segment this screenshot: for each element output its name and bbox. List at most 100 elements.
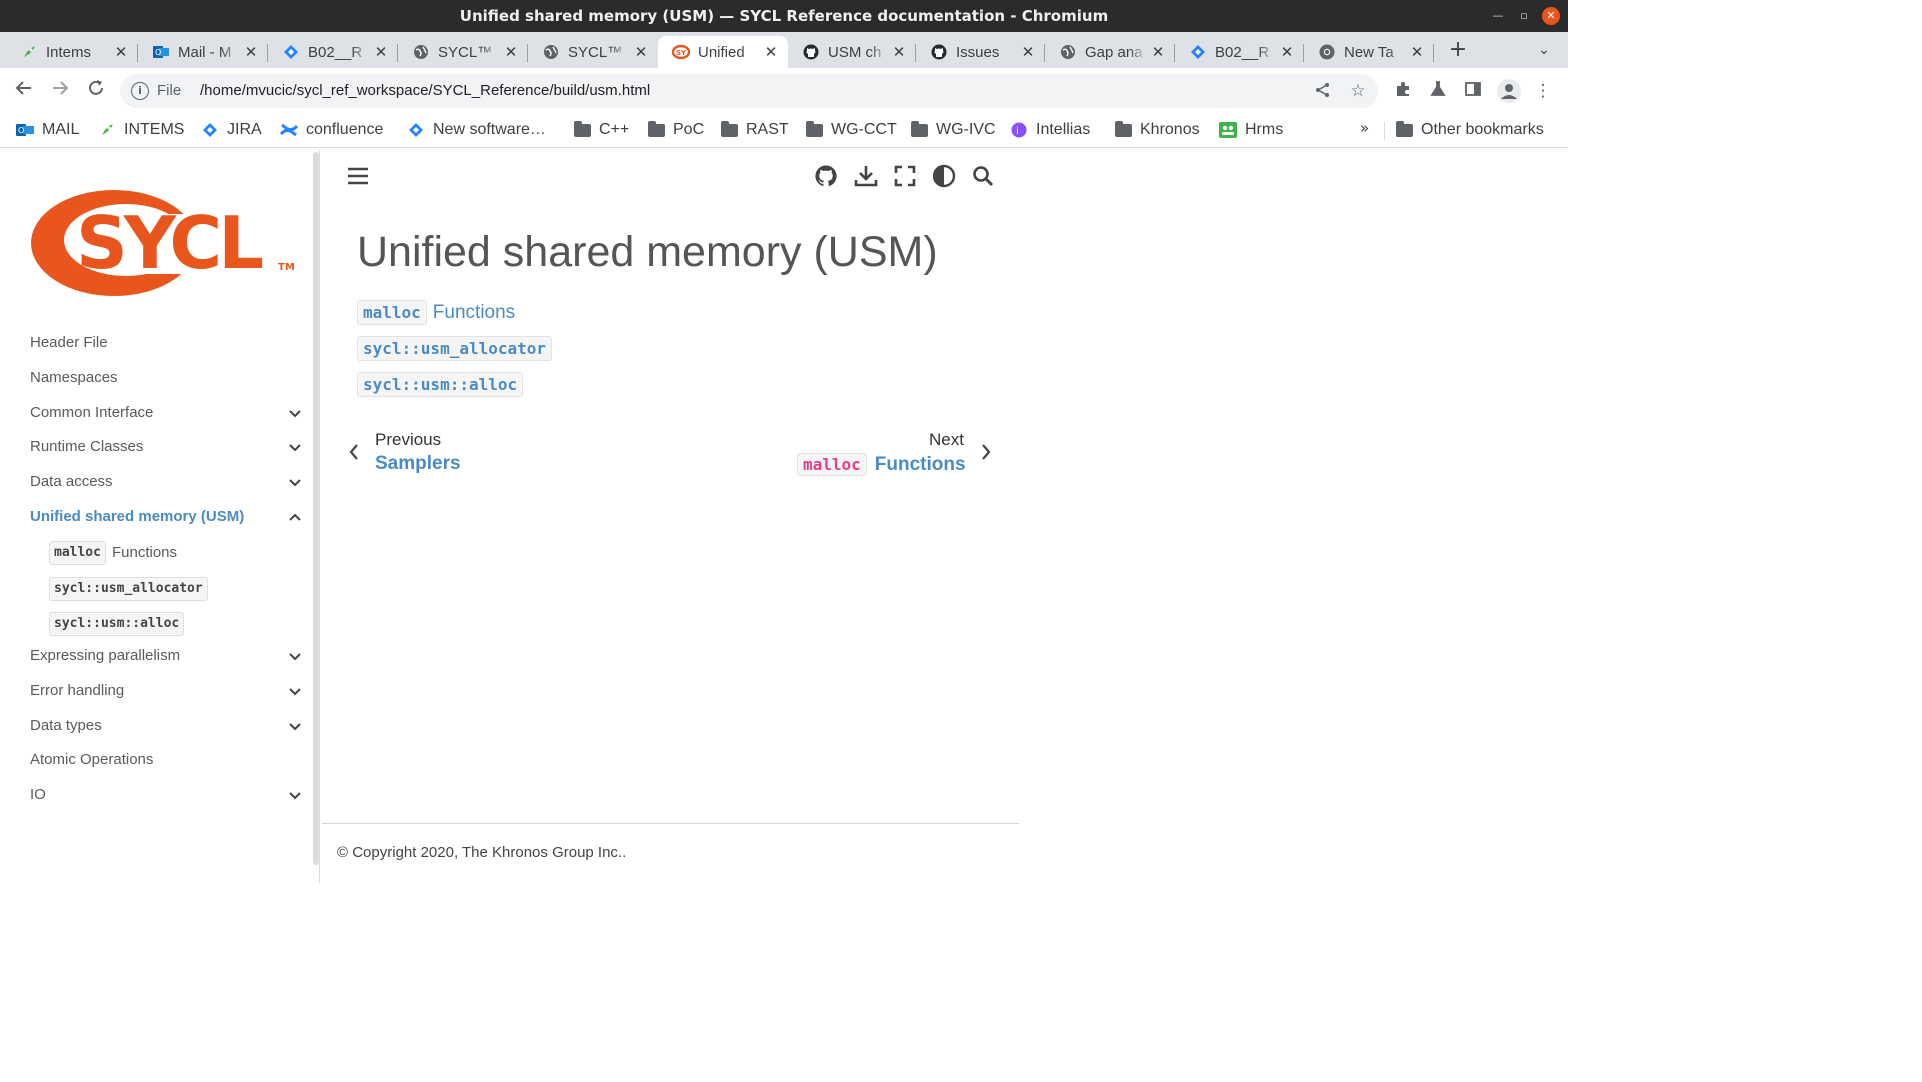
sidebar-item-io[interactable]: IO: [30, 785, 46, 805]
bookmark-folder-khronos[interactable]: Khronos: [1114, 114, 1200, 146]
sidebar-item-runtime-classes[interactable]: Runtime Classes: [30, 437, 143, 457]
prev-page-link[interactable]: Samplers: [375, 453, 461, 475]
globe-icon: [1059, 43, 1077, 61]
sidebar-item-header-file[interactable]: Header File: [30, 333, 108, 353]
bookmark-confluence[interactable]: confluence: [280, 114, 383, 146]
flask-icon[interactable]: [1427, 80, 1449, 102]
other-bookmarks[interactable]: Other bookmarks: [1395, 114, 1544, 146]
next-page-link[interactable]: malloc Functions: [797, 453, 966, 476]
tab-unified-active[interactable]: SY Unified ✕: [658, 36, 788, 68]
bookmark-intems[interactable]: INTEMS: [98, 114, 184, 146]
extensions-puzzle-icon[interactable]: [1392, 80, 1414, 102]
close-icon[interactable]: ✕: [110, 43, 132, 61]
side-panel-icon[interactable]: [1462, 80, 1484, 102]
tab-gap-analysis[interactable]: Gap ana ✕: [1045, 36, 1175, 68]
search-icon[interactable]: [971, 164, 995, 188]
svg-text:i: i: [1016, 126, 1019, 137]
hamburger-menu-icon[interactable]: [346, 164, 370, 188]
close-icon[interactable]: ✕: [500, 43, 522, 61]
close-icon[interactable]: ✕: [370, 43, 392, 61]
maximize-icon[interactable]: ▫: [1515, 7, 1533, 25]
bookmark-mail[interactable]: O MAIL: [16, 114, 79, 146]
sidebar-scrollbar[interactable]: [313, 152, 319, 865]
close-icon[interactable]: ✕: [760, 43, 782, 61]
address-bar[interactable]: i File /home/mvucic/sycl_ref_workspace/S…: [120, 74, 1378, 108]
chevron-down-icon[interactable]: [286, 682, 304, 700]
sidebar-subitem-usm-alloc[interactable]: sycl::usm::alloc: [49, 612, 185, 636]
sidebar-item-data-access[interactable]: Data access: [30, 472, 113, 492]
chevron-left-icon[interactable]: [347, 442, 361, 462]
share-icon[interactable]: [1313, 81, 1333, 101]
tab-sycl-1[interactable]: SYCL™ ✕: [398, 36, 528, 68]
download-icon[interactable]: [854, 164, 878, 188]
menu-kebab-icon[interactable]: ⋮: [1532, 80, 1554, 102]
tab-intems[interactable]: Intems ✕: [6, 36, 138, 68]
sidebar-subitem-usm-allocator[interactable]: sycl::usm_allocator: [49, 577, 208, 601]
bookmark-jira[interactable]: JIRA: [201, 114, 262, 146]
sidebar-item-error-handling[interactable]: Error handling: [30, 681, 124, 701]
chevron-down-icon[interactable]: [286, 647, 304, 665]
chevron-up-icon[interactable]: [286, 508, 304, 526]
close-icon[interactable]: ✕: [1276, 43, 1298, 61]
chevron-down-icon[interactable]: [286, 404, 304, 422]
bookmark-new-software[interactable]: New software…: [407, 114, 546, 146]
close-icon[interactable]: ✕: [240, 43, 262, 61]
tab-b02-1[interactable]: B02__R ✕: [268, 36, 398, 68]
bookmark-hrms[interactable]: Hrms: [1219, 114, 1283, 146]
tab-b02-2[interactable]: B02__R ✕: [1175, 36, 1304, 68]
star-bookmark-icon[interactable]: ☆: [1348, 81, 1368, 101]
back-arrow-icon[interactable]: [11, 78, 37, 104]
bookmarks-overflow-icon[interactable]: »: [1360, 119, 1369, 137]
forward-arrow-icon[interactable]: [47, 78, 73, 104]
fullscreen-icon[interactable]: [893, 164, 917, 188]
bookmark-folder-wg-cct[interactable]: WG-CCT: [805, 114, 897, 146]
bookmark-folder-cpp[interactable]: C++: [573, 114, 629, 146]
tab-sycl-2[interactable]: SYCL™ ✕: [528, 36, 658, 68]
svg-text:O: O: [18, 126, 24, 135]
chevron-down-icon[interactable]: [286, 717, 304, 735]
bookmark-folder-poc[interactable]: PoC: [647, 114, 704, 146]
bookmarks-bar: O MAIL INTEMS JIRA confluence New softwa…: [0, 114, 1568, 148]
new-tab-plus-icon[interactable]: +: [1446, 36, 1470, 64]
github-icon[interactable]: [814, 164, 838, 188]
chevron-down-icon[interactable]: [286, 473, 304, 491]
sidebar-item-atomic-operations[interactable]: Atomic Operations: [30, 750, 153, 770]
docs-main: Unified shared memory (USM) malloc Funct…: [322, 150, 1568, 883]
close-icon[interactable]: ✕: [888, 43, 910, 61]
close-icon[interactable]: ✕: [1017, 43, 1039, 61]
github-icon: [802, 43, 820, 61]
minimize-icon[interactable]: —: [1489, 7, 1507, 25]
sycl-logo[interactable]: SYCL TM: [28, 184, 298, 304]
chevron-down-icon[interactable]: [286, 786, 304, 804]
sidebar-item-expressing-parallelism[interactable]: Expressing parallelism: [30, 646, 180, 666]
folder-icon: [1114, 120, 1132, 138]
sidebar-item-data-types[interactable]: Data types: [30, 716, 102, 736]
bookmark-intellias[interactable]: i Intellias: [1010, 114, 1090, 146]
bookmark-folder-wg-ivc[interactable]: WG-IVC: [910, 114, 996, 146]
close-icon[interactable]: ✕: [1147, 43, 1169, 61]
tab-new-tab[interactable]: New Ta ✕: [1304, 36, 1434, 68]
toc-link-usm-alloc[interactable]: sycl::usm::alloc: [357, 372, 524, 397]
close-icon[interactable]: ✕: [630, 43, 652, 61]
theme-toggle-icon[interactable]: [932, 164, 956, 188]
url-text[interactable]: /home/mvucic/sycl_ref_workspace/SYCL_Ref…: [200, 74, 650, 108]
sidebar-item-usm[interactable]: Unified shared memory (USM): [30, 507, 244, 527]
chevron-down-icon[interactable]: [286, 438, 304, 456]
sidebar-item-namespaces[interactable]: Namespaces: [30, 368, 118, 388]
sidebar-subitem-malloc[interactable]: malloc Functions: [49, 541, 177, 565]
close-window-icon[interactable]: ✕: [1542, 7, 1560, 25]
toc-link-malloc[interactable]: malloc Functions: [357, 300, 515, 325]
info-icon[interactable]: i: [131, 82, 149, 100]
close-icon[interactable]: ✕: [1406, 43, 1428, 61]
toc-link-usm-allocator[interactable]: sycl::usm_allocator: [357, 336, 553, 361]
tab-issues[interactable]: Issues ✕: [916, 36, 1045, 68]
tab-usm-ch[interactable]: USM ch ✕: [788, 36, 916, 68]
url-scheme: File: [157, 82, 182, 99]
reload-icon[interactable]: [83, 78, 109, 104]
chevron-right-icon[interactable]: [979, 442, 993, 462]
tab-mail[interactable]: O Mail - M ✕: [138, 36, 268, 68]
chevron-down-icon[interactable]: ⌄: [1533, 38, 1555, 62]
bookmark-folder-rast[interactable]: RAST: [720, 114, 789, 146]
sidebar-item-common-interface[interactable]: Common Interface: [30, 403, 153, 423]
profile-avatar-icon[interactable]: [1496, 78, 1522, 104]
